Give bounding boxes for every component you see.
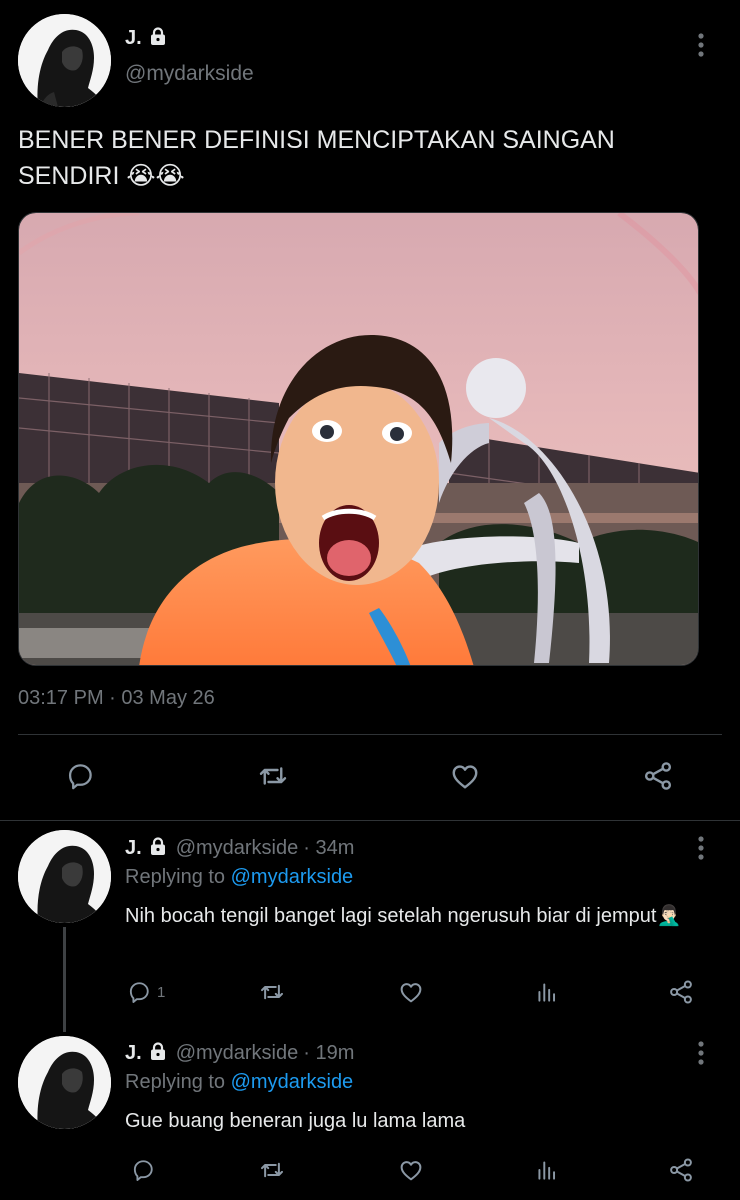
tweet-photo: [19, 213, 698, 665]
replying-to: Replying to @mydarkside: [125, 1071, 353, 1094]
analytics-icon[interactable]: [532, 978, 562, 1006]
avatar-image: [18, 830, 111, 923]
display-name[interactable]: J.: [125, 1042, 142, 1065]
reply-text: Nih bocah tengil banget lagi setelah nge…: [125, 905, 682, 927]
reply-button[interactable]: 1: [125, 978, 165, 1006]
reply-icon: [129, 982, 149, 1003]
reply-count: 1: [157, 983, 166, 1001]
avatar[interactable]: [18, 14, 111, 107]
handle[interactable]: @mydarkside: [125, 62, 254, 86]
reply-icon[interactable]: [60, 756, 100, 796]
share-icon[interactable]: [666, 978, 696, 1006]
tweet-timestamp[interactable]: 03:17 PM · 03 May 26: [18, 687, 215, 710]
retweet-icon[interactable]: [257, 978, 287, 1006]
reply-age: · 34m: [303, 837, 355, 859]
retweet-icon[interactable]: [253, 756, 293, 796]
avatar[interactable]: [18, 830, 111, 923]
display-name[interactable]: J.: [125, 837, 142, 860]
replying-to: Replying to @mydarkside: [125, 866, 353, 889]
avatar[interactable]: [18, 1036, 111, 1129]
share-icon[interactable]: [666, 1156, 696, 1184]
lock-icon: [148, 1041, 168, 1066]
analytics-icon[interactable]: [532, 1156, 562, 1184]
reply-text: Gue buang beneran juga lu lama lama: [125, 1110, 466, 1132]
handle[interactable]: @mydarkside: [176, 1042, 299, 1065]
display-name[interactable]: J.: [125, 27, 142, 50]
handle[interactable]: @mydarkside: [176, 837, 299, 860]
divider: [18, 734, 722, 735]
share-icon[interactable]: [638, 756, 678, 796]
reply-age: · 19m: [303, 1042, 355, 1064]
replying-to-link[interactable]: @mydarkside: [231, 866, 354, 888]
heart-icon[interactable]: [396, 1156, 426, 1184]
avatar-image: [18, 14, 111, 107]
thread-connector: [63, 927, 66, 1032]
heart-icon[interactable]: [396, 978, 426, 1006]
more-vertical-icon[interactable]: [692, 32, 710, 63]
more-vertical-icon[interactable]: [692, 1040, 710, 1071]
section-divider: [0, 820, 740, 821]
lock-icon: [148, 836, 168, 861]
replying-prefix: Replying to: [125, 866, 226, 888]
avatar-image: [18, 1036, 111, 1129]
more-vertical-icon[interactable]: [692, 835, 710, 866]
lock-icon: [148, 26, 168, 51]
replying-to-link[interactable]: @mydarkside: [231, 1071, 354, 1093]
heart-icon[interactable]: [445, 756, 485, 796]
replying-prefix: Replying to: [125, 1071, 226, 1093]
tweet-image[interactable]: [18, 212, 699, 666]
retweet-icon[interactable]: [257, 1156, 287, 1184]
tweet-text: BENER BENER DEFINISI MENCIPTAKAN SAINGAN…: [18, 126, 615, 190]
reply-icon[interactable]: [128, 1156, 158, 1184]
